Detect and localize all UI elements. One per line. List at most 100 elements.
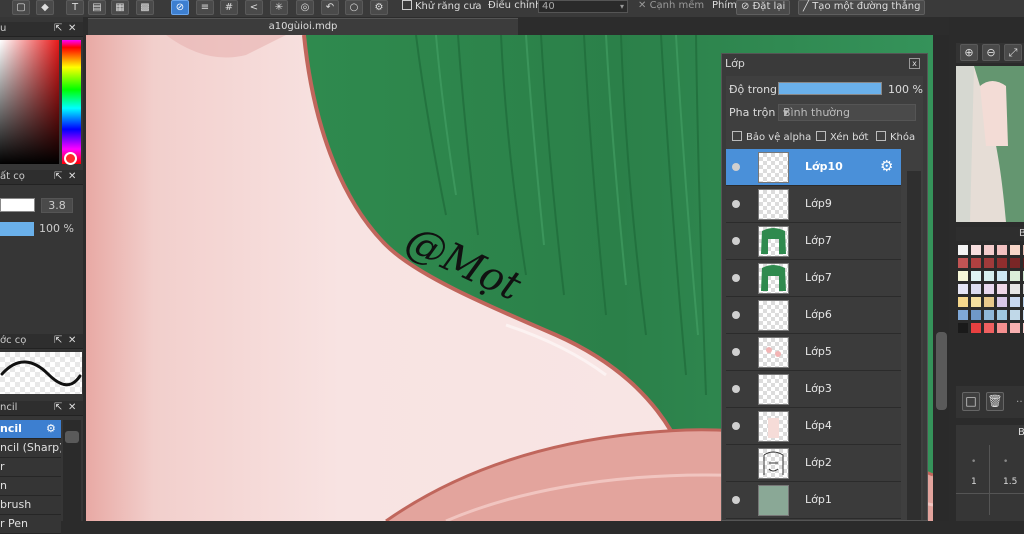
palette-swatch[interactable]	[971, 284, 981, 294]
palette-swatch[interactable]	[971, 297, 981, 307]
layer-row-lop10[interactable]: Lớp10 ⚙	[726, 149, 901, 186]
fit-view-icon[interactable]: ⤢	[1004, 44, 1022, 61]
visibility-eye-icon[interactable]	[732, 422, 740, 430]
speech-bubble-icon[interactable]: ◆	[36, 0, 54, 15]
zoom-in-icon[interactable]: ⊕	[960, 44, 978, 61]
snap-grid-icon[interactable]: #	[220, 0, 238, 15]
layer-row-lop1[interactable]: Lớp1	[726, 482, 901, 519]
palette-swatch[interactable]	[984, 245, 994, 255]
layer-row-lop2[interactable]: Lớp2	[726, 445, 901, 482]
visibility-eye-icon[interactable]	[732, 163, 740, 171]
palette-swatch[interactable]	[958, 258, 968, 268]
brush-item[interactable]: r Pen	[0, 515, 61, 534]
scale-value[interactable]: 1.5	[1003, 477, 1017, 487]
palette-swatch[interactable]	[984, 323, 994, 333]
palette-swatch[interactable]	[997, 323, 1007, 333]
color-saturation-field[interactable]	[0, 40, 59, 164]
palette-swatch[interactable]	[984, 271, 994, 281]
palette-swatch[interactable]	[958, 323, 968, 333]
layer-row-lop3[interactable]: Lớp3	[726, 371, 901, 408]
palette-swatch[interactable]	[971, 245, 981, 255]
gear-icon[interactable]: ⚙	[880, 158, 893, 175]
brush-item[interactable]: brush	[0, 496, 61, 515]
brush-item[interactable]: n	[0, 477, 61, 496]
palette-swatch[interactable]	[1010, 297, 1020, 307]
more-icon[interactable]: ‥	[1016, 394, 1023, 405]
trash-icon[interactable]: 🗑	[986, 392, 1004, 411]
detach-icon[interactable]: ⇱	[54, 170, 62, 184]
clipping-checkbox[interactable]: Xén bớt	[816, 131, 868, 143]
hue-slider-knob[interactable]	[64, 152, 77, 165]
grid-layout-icon[interactable]: ▩	[136, 0, 154, 15]
palette-swatch[interactable]	[997, 297, 1007, 307]
brush-size-value[interactable]: 3.8	[41, 198, 73, 213]
detach-icon[interactable]: ⇱	[54, 401, 62, 415]
soft-edge-checkbox[interactable]: ✕ Cạnh mềm	[638, 0, 704, 15]
close-icon[interactable]: ✕	[68, 22, 76, 36]
palette-swatch[interactable]	[997, 271, 1007, 281]
palette-swatch[interactable]	[971, 310, 981, 320]
hue-slider[interactable]	[62, 40, 81, 164]
visibility-eye-icon[interactable]	[732, 348, 740, 356]
layer-opacity-slider[interactable]	[778, 82, 882, 95]
close-icon[interactable]: ✕	[68, 401, 76, 415]
snap-radial-icon[interactable]: ✳	[270, 0, 288, 15]
palette-swatch[interactable]	[1010, 323, 1020, 333]
palette-swatch[interactable]	[1010, 271, 1020, 281]
layer-row-lop7[interactable]: Lớp7	[726, 223, 901, 260]
visibility-eye-icon[interactable]	[732, 496, 740, 504]
palette-swatch[interactable]	[1010, 258, 1020, 268]
select-tool-icon[interactable]: ▢	[12, 0, 30, 15]
layer-row-lop6[interactable]: Lớp6	[726, 297, 901, 334]
protect-alpha-checkbox[interactable]: Bảo vệ alpha	[732, 131, 811, 143]
scale-value[interactable]: 1	[971, 477, 977, 487]
antialias-checkbox[interactable]: Khử răng cưa	[402, 0, 481, 15]
palette-swatch[interactable]	[971, 258, 981, 268]
snap-settings-gear-icon[interactable]: ⚙	[370, 0, 388, 15]
new-page-icon[interactable]: □	[962, 392, 980, 411]
detach-icon[interactable]: ⇱	[54, 334, 62, 348]
palette-swatch[interactable]	[984, 284, 994, 294]
palette-swatch[interactable]	[1010, 310, 1020, 320]
snap-vanishing-icon[interactable]: <	[245, 0, 263, 15]
brush-list-scroll-thumb[interactable]	[65, 431, 79, 443]
palette-swatch[interactable]	[997, 310, 1007, 320]
document-tab[interactable]: a10gùioi.mdp	[88, 18, 518, 35]
palette-swatch[interactable]	[958, 297, 968, 307]
snap-circle-icon[interactable]: ◎	[296, 0, 314, 15]
brush-item[interactable]: ncil ⚙	[0, 420, 61, 439]
snap-off-icon[interactable]: ⊘	[171, 0, 189, 15]
layer-list-scrollbar[interactable]	[907, 171, 921, 520]
palette-swatch[interactable]	[958, 284, 968, 294]
brush-size-slider[interactable]	[0, 198, 35, 212]
palette-swatch[interactable]	[1010, 284, 1020, 294]
straight-line-button[interactable]: ╱ Tạo một đường thẳng	[798, 0, 926, 15]
brush-item[interactable]: r	[0, 458, 61, 477]
brush-item[interactable]: ncil (Sharp)	[0, 439, 61, 458]
layer-row-lop9[interactable]: Lớp9	[726, 186, 901, 223]
text-tool-icon[interactable]: T	[66, 0, 84, 15]
close-icon[interactable]: ✕	[68, 334, 76, 348]
visibility-eye-icon[interactable]	[732, 274, 740, 282]
brush-opacity-slider[interactable]	[0, 222, 34, 236]
palette-swatch[interactable]	[984, 310, 994, 320]
page-icon[interactable]: ▤	[88, 0, 106, 15]
palette-swatch[interactable]	[958, 310, 968, 320]
visibility-eye-icon[interactable]	[732, 200, 740, 208]
detach-icon[interactable]: ⇱	[54, 22, 62, 36]
palette-swatch[interactable]	[958, 271, 968, 281]
zoom-out-icon[interactable]: ⊖	[982, 44, 1000, 61]
snap-parallel-icon[interactable]: ≡	[196, 0, 214, 15]
visibility-eye-icon[interactable]	[732, 385, 740, 393]
palette-swatch[interactable]	[958, 245, 968, 255]
blend-mode-select[interactable]: Bình thường ▾	[778, 104, 916, 121]
close-icon[interactable]: x	[909, 58, 920, 69]
palette-swatch[interactable]	[971, 271, 981, 281]
reset-button[interactable]: ⊘ Đặt lại	[736, 0, 791, 15]
palette-swatch[interactable]	[1010, 245, 1020, 255]
palette-swatch[interactable]	[984, 297, 994, 307]
layer-row-lop5[interactable]: Lớp5	[726, 334, 901, 371]
snap-ellipse-icon[interactable]: ○	[345, 0, 363, 15]
palette-swatch[interactable]	[997, 245, 1007, 255]
palette-swatch[interactable]	[997, 284, 1007, 294]
